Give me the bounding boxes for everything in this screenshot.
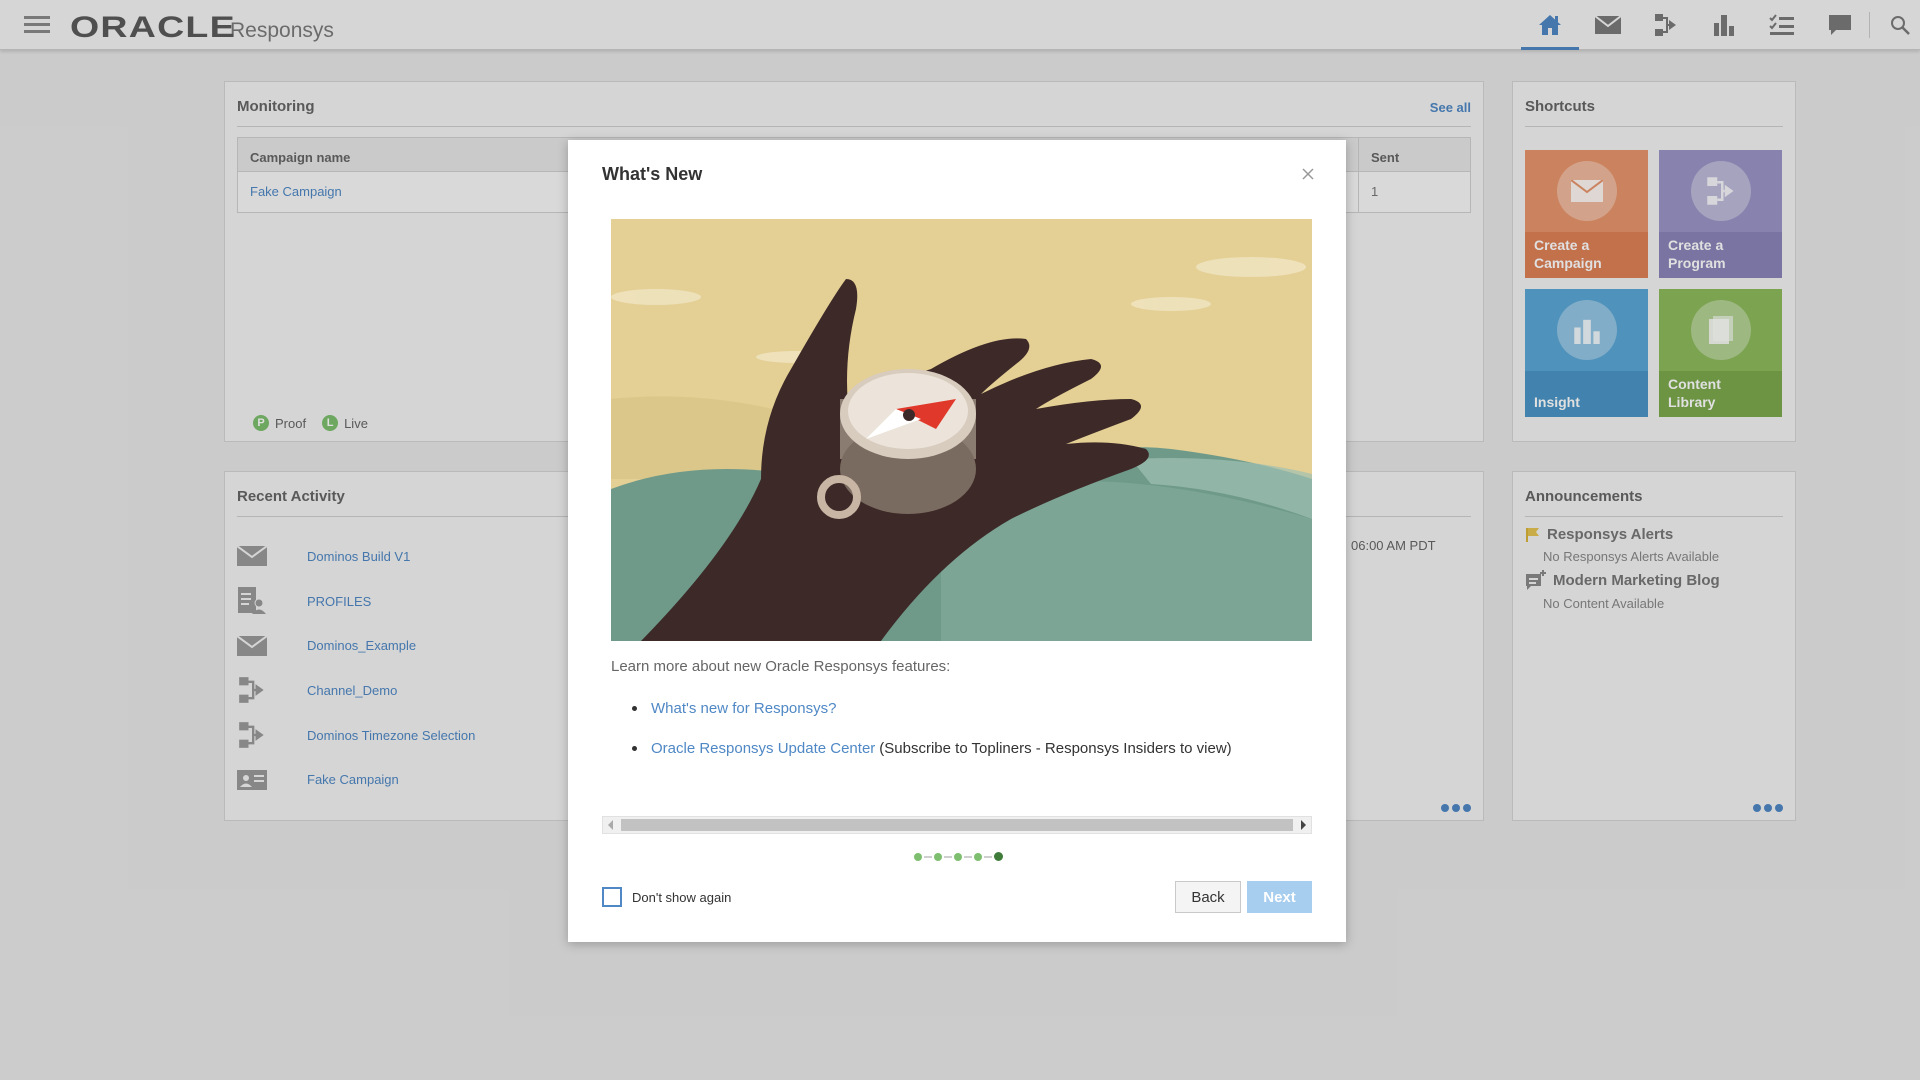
dialog-title: What's New	[602, 164, 703, 184]
page-dot-4[interactable]	[974, 852, 982, 861]
scrollbar-thumb[interactable]	[621, 819, 1293, 831]
feature-illustration	[611, 219, 1312, 641]
list-item: Oracle Responsys Update Center (Subscrib…	[626, 740, 1232, 757]
page-dot-1[interactable]	[914, 852, 922, 861]
update-center-link[interactable]: Oracle Responsys Update Center	[651, 740, 875, 757]
scroll-left-icon[interactable]	[608, 820, 613, 830]
feature-links: What's new for Responsys? Oracle Respons…	[626, 700, 1232, 780]
page-indicator	[914, 852, 1003, 861]
compass-in-hand-illustration	[611, 219, 1312, 641]
bullet-icon	[632, 746, 637, 751]
scroll-right-icon[interactable]	[1301, 820, 1306, 830]
whats-new-dialog: What's New Learn more about new Oracle R…	[568, 140, 1346, 942]
back-button[interactable]: Back	[1175, 881, 1241, 913]
dont-show-again[interactable]: Don't show again	[602, 887, 731, 907]
dont-show-checkbox[interactable]	[602, 887, 622, 907]
page-dot-5[interactable]	[994, 852, 1003, 861]
page-dot-3[interactable]	[954, 852, 962, 861]
dont-show-label: Don't show again	[632, 889, 732, 905]
dialog-intro: Learn more about new Oracle Responsys fe…	[611, 658, 951, 675]
whats-new-link[interactable]: What's new for Responsys?	[651, 700, 836, 717]
page-dot-2[interactable]	[934, 852, 942, 861]
list-item: What's new for Responsys?	[626, 700, 1232, 717]
next-button[interactable]: Next	[1247, 881, 1312, 913]
link-note: (Subscribe to Topliners - Responsys Insi…	[879, 740, 1232, 757]
bullet-icon	[632, 706, 637, 711]
horizontal-scrollbar[interactable]	[602, 816, 1312, 834]
close-icon[interactable]	[1298, 164, 1318, 184]
